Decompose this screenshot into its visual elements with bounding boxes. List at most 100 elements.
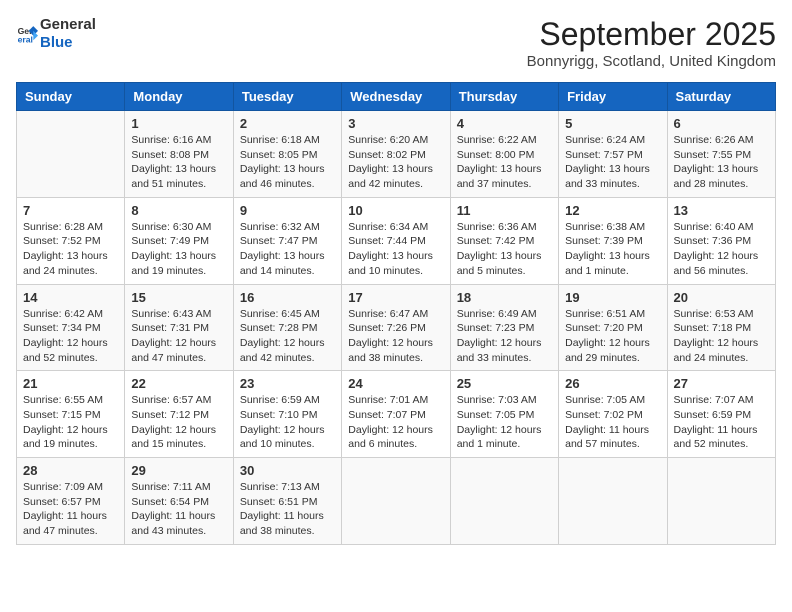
cell-detail: Sunrise: 6:49 AM Sunset: 7:23 PM Dayligh… <box>457 307 552 366</box>
calendar-cell <box>450 458 558 545</box>
calendar-cell: 7 Sunrise: 6:28 AM Sunset: 7:52 PM Daylig… <box>17 197 125 284</box>
title-block: September 2025 Bonnyrigg, Scotland, Unit… <box>527 16 776 70</box>
day-number: 11 <box>457 203 552 218</box>
cell-detail: Sunrise: 6:40 AM Sunset: 7:36 PM Dayligh… <box>674 220 769 279</box>
cell-detail: Sunrise: 7:13 AM Sunset: 6:51 PM Dayligh… <box>240 480 335 539</box>
day-number: 5 <box>565 116 660 131</box>
calendar-cell: 2 Sunrise: 6:18 AM Sunset: 8:05 PM Daylig… <box>233 111 341 198</box>
calendar-cell: 18 Sunrise: 6:49 AM Sunset: 7:23 PM Dayli… <box>450 284 558 371</box>
calendar-header-row: SundayMondayTuesdayWednesdayThursdayFrid… <box>17 83 776 111</box>
day-number: 30 <box>240 463 335 478</box>
calendar-day-header: Friday <box>559 83 667 111</box>
cell-detail: Sunrise: 6:53 AM Sunset: 7:18 PM Dayligh… <box>674 307 769 366</box>
calendar-cell: 17Sunrise: 6:47 AM Sunset: 7:26 PM Dayli… <box>342 284 450 371</box>
cell-detail: Sunrise: 6:36 AM Sunset: 7:42 PM Dayligh… <box>457 220 552 279</box>
cell-detail: Sunrise: 6:55 AM Sunset: 7:15 PM Dayligh… <box>23 393 118 452</box>
day-number: 16 <box>240 290 335 305</box>
calendar-week-row: 28Sunrise: 7:09 AM Sunset: 6:57 PM Dayli… <box>17 458 776 545</box>
cell-detail: Sunrise: 6:18 AM Sunset: 8:05 PM Dayligh… <box>240 133 335 192</box>
calendar-cell: 28Sunrise: 7:09 AM Sunset: 6:57 PM Dayli… <box>17 458 125 545</box>
cell-detail: Sunrise: 6:22 AM Sunset: 8:00 PM Dayligh… <box>457 133 552 192</box>
day-number: 19 <box>565 290 660 305</box>
day-number: 22 <box>131 376 226 391</box>
cell-detail: Sunrise: 6:51 AM Sunset: 7:20 PM Dayligh… <box>565 307 660 366</box>
logo-blue-text: Blue <box>40 34 73 51</box>
calendar-cell: 12 Sunrise: 6:38 AM Sunset: 7:39 PM Dayli… <box>559 197 667 284</box>
calendar-cell: 5 Sunrise: 6:24 AM Sunset: 7:57 PM Daylig… <box>559 111 667 198</box>
day-number: 1 <box>131 116 226 131</box>
day-number: 7 <box>23 203 118 218</box>
calendar-cell: 26 Sunrise: 7:05 AM Sunset: 7:02 PM Dayli… <box>559 371 667 458</box>
calendar-day-header: Monday <box>125 83 233 111</box>
logo: Gen eral General Blue <box>16 16 96 52</box>
day-number: 20 <box>674 290 769 305</box>
day-number: 18 <box>457 290 552 305</box>
day-number: 3 <box>348 116 443 131</box>
calendar-table: SundayMondayTuesdayWednesdayThursdayFrid… <box>16 82 776 545</box>
calendar-cell: 8Sunrise: 6:30 AM Sunset: 7:49 PM Daylig… <box>125 197 233 284</box>
cell-detail: Sunrise: 6:28 AM Sunset: 7:52 PM Dayligh… <box>23 220 118 279</box>
calendar-day-header: Wednesday <box>342 83 450 111</box>
calendar-cell: 11 Sunrise: 6:36 AM Sunset: 7:42 PM Dayli… <box>450 197 558 284</box>
calendar-cell: 24 Sunrise: 7:01 AM Sunset: 7:07 PM Dayli… <box>342 371 450 458</box>
calendar-cell: 4 Sunrise: 6:22 AM Sunset: 8:00 PM Daylig… <box>450 111 558 198</box>
calendar-cell: 29Sunrise: 7:11 AM Sunset: 6:54 PM Dayli… <box>125 458 233 545</box>
cell-detail: Sunrise: 6:20 AM Sunset: 8:02 PM Dayligh… <box>348 133 443 192</box>
day-number: 9 <box>240 203 335 218</box>
calendar-cell: 23Sunrise: 6:59 AM Sunset: 7:10 PM Dayli… <box>233 371 341 458</box>
svg-text:eral: eral <box>18 35 33 45</box>
calendar-cell: 13Sunrise: 6:40 AM Sunset: 7:36 PM Dayli… <box>667 197 775 284</box>
calendar-cell <box>342 458 450 545</box>
cell-detail: Sunrise: 6:43 AM Sunset: 7:31 PM Dayligh… <box>131 307 226 366</box>
day-number: 14 <box>23 290 118 305</box>
calendar-cell <box>17 111 125 198</box>
cell-detail: Sunrise: 7:11 AM Sunset: 6:54 PM Dayligh… <box>131 480 226 539</box>
calendar-day-header: Sunday <box>17 83 125 111</box>
calendar-week-row: 7 Sunrise: 6:28 AM Sunset: 7:52 PM Daylig… <box>17 197 776 284</box>
cell-detail: Sunrise: 6:32 AM Sunset: 7:47 PM Dayligh… <box>240 220 335 279</box>
cell-detail: Sunrise: 7:01 AM Sunset: 7:07 PM Dayligh… <box>348 393 443 452</box>
cell-detail: Sunrise: 6:57 AM Sunset: 7:12 PM Dayligh… <box>131 393 226 452</box>
day-number: 4 <box>457 116 552 131</box>
calendar-cell <box>559 458 667 545</box>
cell-detail: Sunrise: 6:38 AM Sunset: 7:39 PM Dayligh… <box>565 220 660 279</box>
day-number: 17 <box>348 290 443 305</box>
calendar-cell: 30 Sunrise: 7:13 AM Sunset: 6:51 PM Dayli… <box>233 458 341 545</box>
day-number: 12 <box>565 203 660 218</box>
calendar-cell: 19 Sunrise: 6:51 AM Sunset: 7:20 PM Dayli… <box>559 284 667 371</box>
calendar-cell: 9 Sunrise: 6:32 AM Sunset: 7:47 PM Daylig… <box>233 197 341 284</box>
cell-detail: Sunrise: 6:59 AM Sunset: 7:10 PM Dayligh… <box>240 393 335 452</box>
cell-detail: Sunrise: 6:24 AM Sunset: 7:57 PM Dayligh… <box>565 133 660 192</box>
calendar-cell: 16 Sunrise: 6:45 AM Sunset: 7:28 PM Dayli… <box>233 284 341 371</box>
day-number: 10 <box>348 203 443 218</box>
location-text: Bonnyrigg, Scotland, United Kingdom <box>527 53 776 70</box>
calendar-day-header: Tuesday <box>233 83 341 111</box>
day-number: 6 <box>674 116 769 131</box>
calendar-cell: 27 Sunrise: 7:07 AM Sunset: 6:59 PM Dayli… <box>667 371 775 458</box>
calendar-cell: 1Sunrise: 6:16 AM Sunset: 8:08 PM Daylig… <box>125 111 233 198</box>
calendar-cell <box>667 458 775 545</box>
cell-detail: Sunrise: 6:30 AM Sunset: 7:49 PM Dayligh… <box>131 220 226 279</box>
day-number: 26 <box>565 376 660 391</box>
day-number: 28 <box>23 463 118 478</box>
calendar-cell: 20 Sunrise: 6:53 AM Sunset: 7:18 PM Dayli… <box>667 284 775 371</box>
calendar-cell: 6Sunrise: 6:26 AM Sunset: 7:55 PM Daylig… <box>667 111 775 198</box>
cell-detail: Sunrise: 6:45 AM Sunset: 7:28 PM Dayligh… <box>240 307 335 366</box>
calendar-cell: 3 Sunrise: 6:20 AM Sunset: 8:02 PM Daylig… <box>342 111 450 198</box>
cell-detail: Sunrise: 7:07 AM Sunset: 6:59 PM Dayligh… <box>674 393 769 452</box>
calendar-cell: 25Sunrise: 7:03 AM Sunset: 7:05 PM Dayli… <box>450 371 558 458</box>
logo-general-text: General <box>40 16 96 33</box>
day-number: 27 <box>674 376 769 391</box>
day-number: 2 <box>240 116 335 131</box>
cell-detail: Sunrise: 6:42 AM Sunset: 7:34 PM Dayligh… <box>23 307 118 366</box>
day-number: 24 <box>348 376 443 391</box>
calendar-cell: 15 Sunrise: 6:43 AM Sunset: 7:31 PM Dayli… <box>125 284 233 371</box>
calendar-day-header: Thursday <box>450 83 558 111</box>
month-title: September 2025 <box>527 16 776 53</box>
day-number: 25 <box>457 376 552 391</box>
calendar-week-row: 21Sunrise: 6:55 AM Sunset: 7:15 PM Dayli… <box>17 371 776 458</box>
calendar-week-row: 14 Sunrise: 6:42 AM Sunset: 7:34 PM Dayli… <box>17 284 776 371</box>
cell-detail: Sunrise: 7:05 AM Sunset: 7:02 PM Dayligh… <box>565 393 660 452</box>
page-header: Gen eral General Blue September 2025 Bon… <box>16 16 776 70</box>
day-number: 15 <box>131 290 226 305</box>
